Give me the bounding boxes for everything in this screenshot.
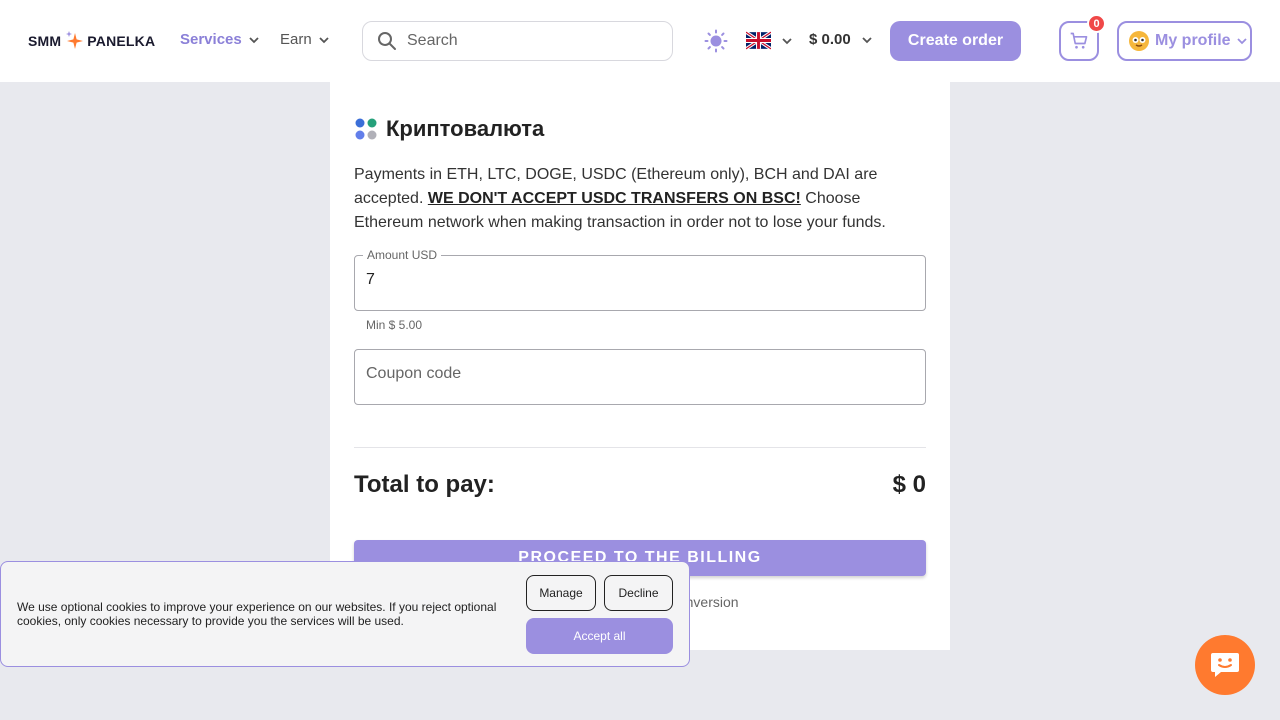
sun-icon[interactable] bbox=[704, 29, 728, 53]
cookie-manage-button[interactable]: Manage bbox=[526, 575, 596, 611]
nav-earn-label: Earn bbox=[280, 31, 312, 48]
payment-method-name: Криптовалюта bbox=[386, 116, 545, 141]
amount-field[interactable]: Amount USD bbox=[354, 248, 926, 311]
search-icon bbox=[378, 32, 396, 50]
amount-label: Amount USD bbox=[363, 248, 442, 262]
cart-count-badge: 0 bbox=[1087, 14, 1106, 33]
total-value: $ 0 bbox=[892, 471, 926, 498]
payment-method-title: Криптовалюта bbox=[354, 116, 544, 142]
search-input[interactable] bbox=[407, 32, 647, 50]
nav-services[interactable]: Services bbox=[180, 31, 260, 48]
chat-widget-button[interactable] bbox=[1195, 635, 1255, 695]
coupon-input[interactable] bbox=[366, 365, 906, 383]
top-header: SMM PANELKA Services Earn Search $ 0.00 … bbox=[0, 0, 1280, 82]
crypto-icon bbox=[355, 118, 377, 140]
chevron-down-icon bbox=[319, 36, 329, 43]
sparkle-star-icon bbox=[66, 31, 84, 49]
chat-icon bbox=[1211, 653, 1239, 677]
cookie-accept-all-button[interactable]: Accept all bbox=[526, 618, 673, 654]
chevron-down-icon bbox=[249, 36, 259, 43]
bsc-warning: WE DON'T ACCEPT USDC TRANSFERS ON BSC! bbox=[427, 190, 801, 207]
chevron-down-icon bbox=[782, 37, 792, 44]
coupon-field[interactable] bbox=[354, 349, 926, 405]
amount-min-hint: Min $ 5.00 bbox=[366, 318, 423, 332]
logo-text-left: SMM bbox=[28, 33, 62, 49]
uk-flag-icon bbox=[746, 31, 771, 50]
create-order-button[interactable]: Create order bbox=[890, 21, 1021, 61]
profile-menu[interactable]: My profile bbox=[1117, 21, 1252, 61]
language-selector[interactable] bbox=[746, 31, 793, 50]
chevron-down-icon bbox=[1236, 38, 1247, 45]
chevron-down-icon bbox=[862, 36, 872, 43]
balance-selector[interactable]: $ 0.00 bbox=[809, 31, 873, 48]
nav-earn[interactable]: Earn bbox=[280, 31, 330, 48]
payment-description: Payments in ETH, LTC, DOGE, USDC (Ethere… bbox=[354, 163, 934, 235]
divider bbox=[354, 447, 926, 448]
nav-services-label: Services bbox=[180, 31, 242, 48]
cookie-text: We use optional cookies to improve your … bbox=[17, 600, 497, 628]
search-box[interactable] bbox=[362, 21, 673, 61]
cookie-decline-button[interactable]: Decline bbox=[604, 575, 673, 611]
amount-input[interactable] bbox=[366, 271, 906, 289]
logo[interactable]: SMM PANELKA bbox=[28, 30, 155, 52]
logo-text-right: PANELKA bbox=[87, 33, 156, 49]
profile-label: My profile bbox=[1155, 32, 1231, 49]
avatar-icon bbox=[1129, 31, 1149, 51]
balance-value: $ 0.00 bbox=[809, 31, 851, 48]
cookie-banner: We use optional cookies to improve your … bbox=[0, 561, 690, 667]
total-label: Total to pay: bbox=[354, 471, 495, 498]
cart-icon bbox=[1070, 32, 1088, 49]
